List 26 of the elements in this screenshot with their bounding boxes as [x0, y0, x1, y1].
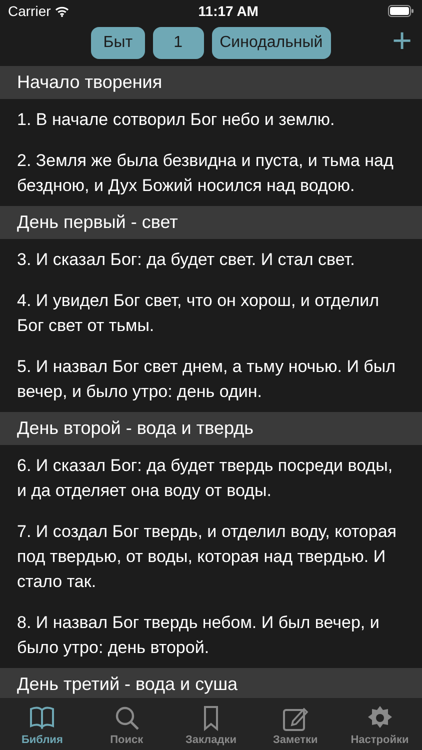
verse-text: 7. И создал Бог твердь, и отделил воду, которая под твердью, от воды, которая над твердью. И стало так.	[16, 521, 398, 593]
battery-icon	[388, 5, 414, 17]
section-header: День второй - вода и твердь	[0, 412, 422, 445]
book-button[interactable]: Быт	[91, 27, 145, 59]
book-icon	[28, 704, 56, 732]
verse-text: 2. Земля же была безвидна и пуста, и тьма над бездною, и Дух Божий носился над водою.	[16, 150, 394, 197]
clock-time: 11:17 AM	[198, 2, 258, 20]
verse-text: 3. И сказал Бог: да будет свет. И стал свет.	[16, 249, 356, 271]
chapter-button[interactable]: 1	[152, 27, 204, 59]
wifi-icon	[54, 6, 69, 16]
section-header: День третий - вода и суша	[0, 668, 422, 700]
translation-button[interactable]: Синодальный	[212, 27, 331, 59]
tab-button[interactable]: Заметки	[257, 704, 334, 748]
tab-button[interactable]: Закладки	[172, 704, 249, 748]
verse-text: 4. И увидел Бог свет, что он хорош, и отделил Бог свет от тьмы.	[16, 290, 380, 337]
tab-button[interactable]: Поиск	[88, 704, 165, 748]
tab-button[interactable]: Настройки	[342, 704, 418, 748]
verse-text: 8. И назвал Бог твердь небом. И был вечер, и было утро: день второй.	[16, 612, 380, 659]
carrier-label: Carrier	[8, 2, 51, 20]
verse-text: 5. И назвал Бог свет днем, а тьму ночью. И был вечер, и было утро: день один.	[16, 356, 397, 403]
section-header: Начало творения	[0, 66, 422, 99]
verse-text: 1. В начале сотворил Бог небо и землю.	[16, 109, 336, 131]
section-header: День первый - свет	[0, 206, 422, 239]
add-button[interactable]: +	[392, 24, 412, 58]
verse-text: 6. И сказал Бог: да будет твердь посреди воды, и да отделяет она воду от воды.	[16, 455, 394, 502]
tab-button[interactable]: Библия	[4, 704, 80, 748]
